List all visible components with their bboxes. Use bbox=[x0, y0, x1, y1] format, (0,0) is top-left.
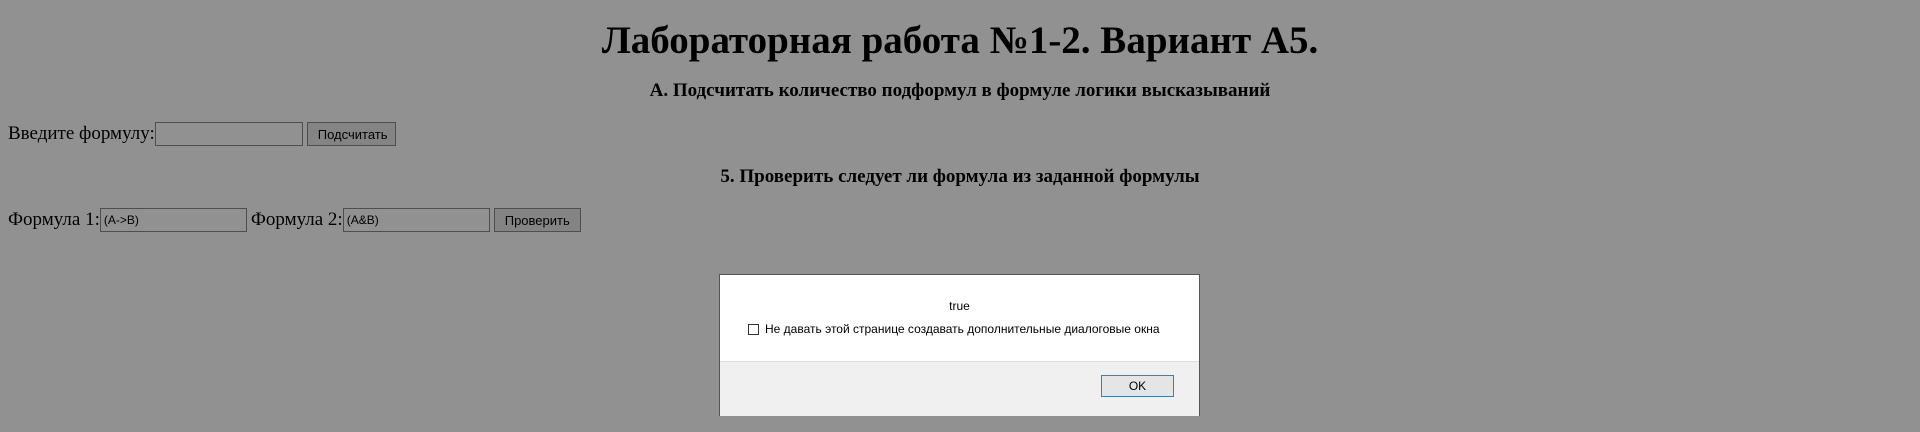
dialog-footer: OK bbox=[720, 361, 1199, 416]
suppress-dialogs-option[interactable]: Не давать этой странице создавать дополн… bbox=[748, 322, 1160, 336]
page: Лабораторная работа №1-2. Вариант А5. А.… bbox=[0, 0, 1920, 432]
dialog-message: true bbox=[949, 299, 970, 313]
suppress-dialogs-label[interactable]: Не давать этой странице создавать дополн… bbox=[765, 322, 1160, 336]
alert-dialog: true Не давать этой странице создавать д… bbox=[719, 274, 1200, 416]
ok-button[interactable]: OK bbox=[1101, 375, 1174, 397]
suppress-dialogs-checkbox[interactable] bbox=[748, 323, 759, 335]
